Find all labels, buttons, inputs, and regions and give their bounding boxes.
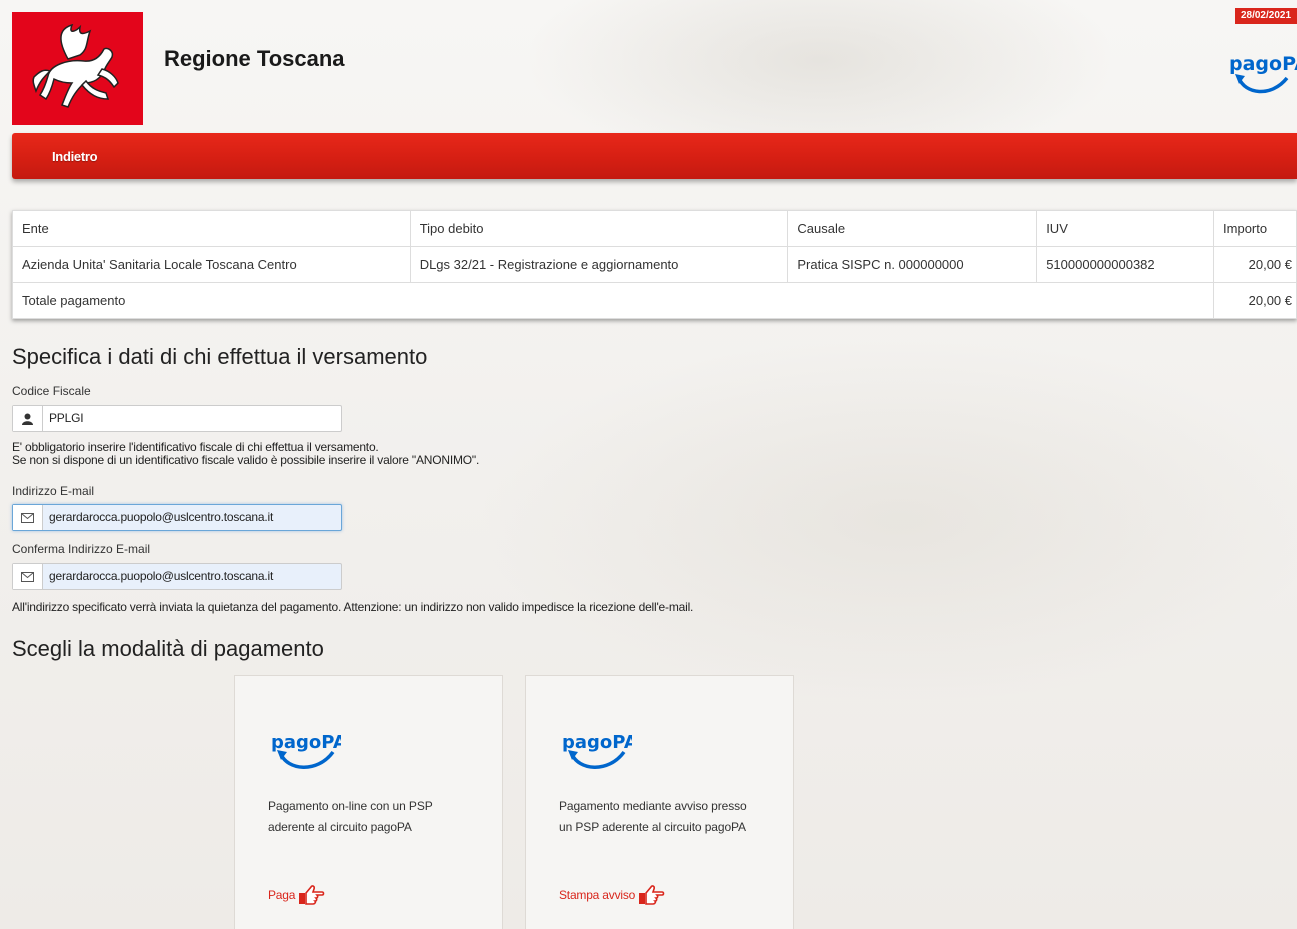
table-cell: 20,00 €	[1213, 246, 1297, 283]
email-value[interactable]: gerardarocca.puopolo@uslcentro.toscana.i…	[43, 505, 273, 530]
table-header-row: Ente Tipo debito Causale IUV Importo	[12, 210, 1297, 247]
envelope-icon	[13, 505, 43, 530]
column-header: Causale	[787, 210, 1038, 247]
payment-summary-table: Ente Tipo debito Causale IUV Importo Azi…	[11, 210, 1297, 319]
codice-fiscale-input[interactable]: PPLGI	[12, 405, 342, 432]
envelope-icon	[13, 564, 43, 589]
pagopa-header-logo: pagoPA	[1223, 44, 1297, 106]
pegasus-logo-icon	[31, 23, 119, 108]
total-label: Totale pagamento	[11, 282, 1215, 319]
email-input[interactable]: gerardarocca.puopolo@uslcentro.toscana.i…	[12, 504, 342, 531]
column-header: IUV	[1036, 210, 1215, 247]
pay-button-label[interactable]: Paga	[268, 888, 295, 902]
table-cell: Azienda Unita' Sanitaria Locale Toscana …	[12, 246, 411, 283]
table-row: Azienda Unita' Sanitaria Locale Toscana …	[12, 246, 1297, 283]
table-cell: DLgs 32/21 - Registrazione e aggiornamen…	[409, 246, 789, 283]
brand-title: Regione Toscana	[164, 46, 345, 71]
email-confirm-value[interactable]: gerardarocca.puopolo@uslcentro.toscana.i…	[43, 564, 273, 589]
table-cell: Pratica SISPC n. 000000000	[787, 246, 1038, 283]
form-title: Specifica i dati di chi effettua il vers…	[12, 344, 428, 369]
table-cell: 510000000000382	[1036, 246, 1215, 283]
column-header: Tipo debito	[409, 210, 789, 247]
payment-card-online[interactable]: pagoPA Pagamento on-line con un PSP ader…	[234, 675, 503, 929]
total-value: 20,00 €	[1213, 282, 1297, 319]
svg-text:pagoPA: pagoPA	[271, 732, 341, 753]
date-badge: 28/02/2021	[1235, 8, 1297, 24]
pay-button[interactable]: Paga	[268, 884, 325, 906]
codice-fiscale-label: Codice Fiscale	[12, 384, 91, 398]
column-header: Importo	[1213, 210, 1297, 247]
main-navbar: Indietro	[12, 133, 1297, 179]
pointing-hand-icon	[299, 885, 325, 905]
payment-section-title: Scegli la modalità di pagamento	[12, 636, 324, 661]
svg-text:pagoPA: pagoPA	[562, 732, 632, 753]
regione-toscana-logo[interactable]	[12, 12, 143, 125]
total-row: Totale pagamento 20,00 €	[11, 282, 1297, 319]
pagopa-logo: pagoPA	[271, 732, 341, 769]
column-header: Ente	[12, 210, 411, 247]
svg-text:pagoPA: pagoPA	[1229, 53, 1297, 75]
email-confirm-label: Conferma Indirizzo E-mail	[12, 542, 151, 556]
back-link[interactable]: Indietro	[52, 149, 98, 164]
pagopa-logo: pagoPA	[562, 732, 632, 769]
pointing-hand-icon	[639, 885, 665, 905]
email-help-text: All'indirizzo specificato verrà inviata …	[12, 600, 694, 614]
print-notice-label[interactable]: Stampa avviso	[559, 888, 635, 902]
email-label: Indirizzo E-mail	[12, 484, 95, 498]
email-confirm-input[interactable]: gerardarocca.puopolo@uslcentro.toscana.i…	[12, 563, 342, 590]
user-icon	[13, 406, 43, 431]
print-notice-button[interactable]: Stampa avviso	[559, 884, 665, 906]
card-description: Pagamento mediante avviso presso un PSP …	[559, 799, 747, 834]
payment-card-avviso[interactable]: pagoPA Pagamento mediante avviso presso …	[525, 675, 794, 929]
card-description: Pagamento on-line con un PSP aderente al…	[268, 799, 433, 834]
cf-help-text-2: Se non si dispone di un identificativo f…	[12, 453, 480, 467]
codice-fiscale-value[interactable]: PPLGI	[43, 406, 84, 431]
